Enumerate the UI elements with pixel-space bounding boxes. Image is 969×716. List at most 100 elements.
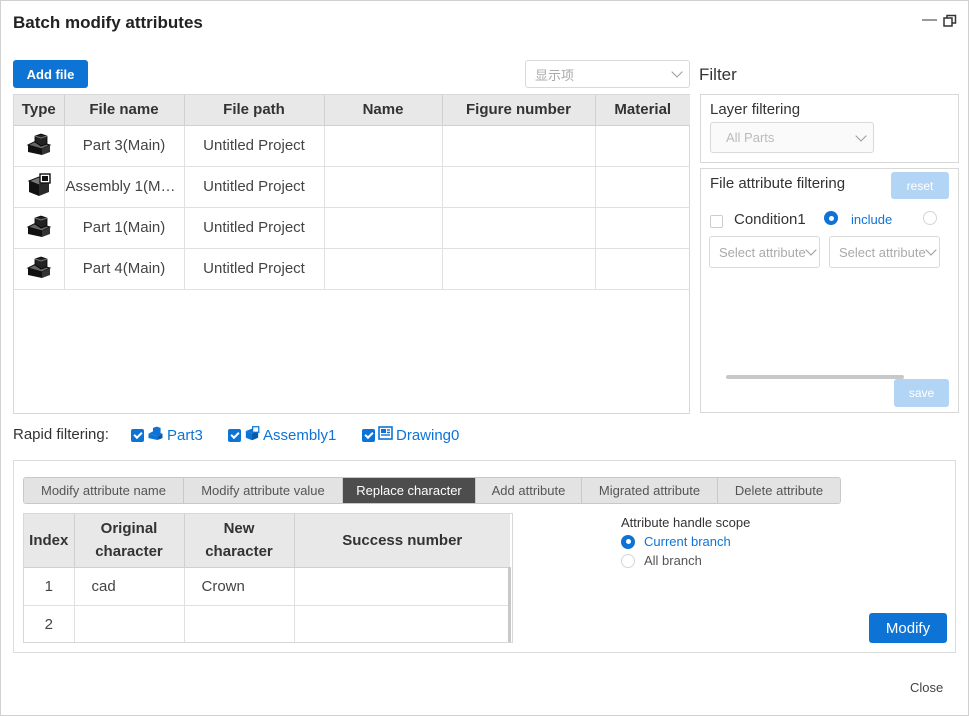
rapid-filter-drawing0[interactable]: Drawing0 (362, 426, 459, 444)
tab-add-attribute[interactable]: Add attribute (476, 478, 582, 503)
tab-replace-character[interactable]: Replace character (343, 478, 476, 503)
file-path-cell: Untitled Project (184, 207, 325, 249)
index-cell: 2 (24, 605, 75, 642)
chevron-down-icon (925, 244, 937, 256)
replace-table-header: Index Original character New character S… (24, 514, 510, 568)
chevron-down-icon (805, 244, 817, 256)
material-cell[interactable] (595, 166, 690, 208)
success-number-cell (294, 605, 510, 642)
file-table: Type File name File path Name Figure num… (13, 94, 690, 414)
checkbox-checked-icon[interactable] (228, 429, 241, 442)
select-attribute-placeholder: Select attribute (839, 244, 926, 260)
table-row[interactable]: Part 4(Main) Untitled Project (14, 248, 690, 290)
layer-filtering-title: Layer filtering (710, 101, 801, 118)
file-path-cell: Untitled Project (184, 248, 325, 290)
tab-modify-attribute-value[interactable]: Modify attribute value (184, 478, 343, 503)
file-name-cell: Part 3(Main) (64, 125, 185, 167)
assembly-icon (14, 166, 65, 208)
table-row[interactable]: 2 (24, 605, 510, 642)
condition-label: Condition1 (734, 211, 806, 228)
scope-option-label: Current branch (644, 534, 731, 549)
name-cell[interactable] (324, 248, 443, 290)
checkbox-checked-icon[interactable] (362, 428, 375, 442)
original-character-cell[interactable] (74, 605, 185, 642)
index-cell: 1 (24, 567, 75, 606)
material-cell[interactable] (595, 207, 690, 249)
figure-number-cell[interactable] (442, 207, 596, 249)
radio-unselected-icon[interactable] (621, 553, 635, 568)
column-header-file-name[interactable]: File name (64, 95, 185, 126)
include-radio[interactable] (824, 211, 838, 225)
rapid-filter-assembly1[interactable]: Assembly1 (228, 426, 336, 445)
tab-modify-attribute-name[interactable]: Modify attribute name (24, 478, 184, 503)
include-label: include (851, 212, 893, 227)
column-header-new-character: New character (184, 514, 295, 568)
column-header-type[interactable]: Type (14, 95, 65, 126)
file-attribute-filtering-panel: File attribute filtering reset Condition… (700, 168, 959, 413)
name-cell[interactable] (324, 125, 443, 167)
rapid-filter-part3[interactable]: Part3 (131, 426, 203, 444)
checkbox-checked-icon[interactable] (131, 428, 144, 442)
display-items-placeholder: 显示项 (535, 67, 575, 83)
drawing-icon (378, 426, 393, 444)
material-cell[interactable] (595, 248, 690, 290)
close-button[interactable]: Close (910, 680, 943, 695)
column-header-material[interactable]: Material (595, 95, 690, 126)
part-icon (14, 207, 65, 249)
radio-selected-icon[interactable] (621, 534, 635, 549)
modify-button[interactable]: Modify (869, 613, 947, 643)
chevron-down-icon (855, 129, 867, 142)
table-row[interactable]: Part 1(Main) Untitled Project (14, 207, 690, 249)
layer-select[interactable]: All Parts (710, 122, 874, 153)
add-file-button[interactable]: Add file (13, 60, 88, 88)
save-button[interactable]: save (894, 379, 949, 407)
name-cell[interactable] (324, 207, 443, 249)
display-items-select[interactable]: 显示项 (525, 60, 690, 88)
file-attribute-filtering-title: File attribute filtering (710, 175, 846, 192)
rapid-filter-label: Drawing0 (396, 426, 460, 444)
condition-checkbox[interactable] (710, 215, 723, 228)
table-row[interactable]: Part 3(Main) Untitled Project (14, 125, 690, 167)
column-header-success-number: Success number (294, 514, 510, 568)
rapid-filter-label: Part3 (167, 426, 203, 444)
column-header-file-path[interactable]: File path (184, 95, 325, 126)
figure-number-cell[interactable] (442, 248, 596, 290)
new-character-cell[interactable] (184, 605, 295, 642)
part-icon (147, 426, 164, 444)
material-cell[interactable] (595, 125, 690, 167)
table-row[interactable]: 1 cad Crown (24, 567, 510, 606)
layer-select-value: All Parts (726, 130, 775, 145)
reset-button[interactable]: reset (891, 172, 949, 199)
name-cell[interactable] (324, 166, 443, 208)
original-character-cell[interactable]: cad (74, 567, 185, 606)
select-attribute-dropdown-2[interactable]: Select attribute (829, 236, 940, 268)
file-table-header: Type File name File path Name Figure num… (14, 95, 690, 126)
figure-number-cell[interactable] (442, 125, 596, 167)
tab-delete-attribute[interactable]: Delete attribute (718, 478, 840, 503)
file-path-cell: Untitled Project (184, 125, 325, 167)
select-attribute-placeholder: Select attribute (719, 244, 806, 260)
file-name-cell: Assembly 1(Main) (64, 166, 185, 208)
column-header-figure-number[interactable]: Figure number (442, 95, 596, 126)
select-attribute-dropdown-1[interactable]: Select attribute (709, 236, 820, 268)
file-path-cell: Untitled Project (184, 166, 325, 208)
scope-option-all-branch[interactable]: All branch (621, 553, 702, 568)
table-row[interactable]: Assembly 1(Main) Untitled Project (14, 166, 690, 208)
figure-number-cell[interactable] (442, 166, 596, 208)
vertical-scrollbar[interactable] (508, 567, 511, 642)
exclude-radio[interactable] (923, 211, 937, 225)
part-icon (14, 248, 65, 290)
restore-icon[interactable] (943, 14, 957, 27)
column-header-original-character: Original character (74, 514, 185, 568)
tab-migrated-attribute[interactable]: Migrated attribute (582, 478, 718, 503)
chevron-down-icon (671, 66, 683, 78)
scope-title: Attribute handle scope (621, 515, 751, 530)
rapid-filtering-label: Rapid filtering: (13, 426, 109, 443)
replace-character-table: Index Original character New character S… (23, 513, 513, 643)
column-header-name[interactable]: Name (324, 95, 443, 126)
minimize-icon[interactable]: — (922, 11, 937, 28)
new-character-cell[interactable]: Crown (184, 567, 295, 606)
scope-option-current-branch[interactable]: Current branch (621, 534, 731, 549)
filter-title: Filter (699, 65, 737, 84)
horizontal-scrollbar[interactable] (726, 375, 904, 379)
